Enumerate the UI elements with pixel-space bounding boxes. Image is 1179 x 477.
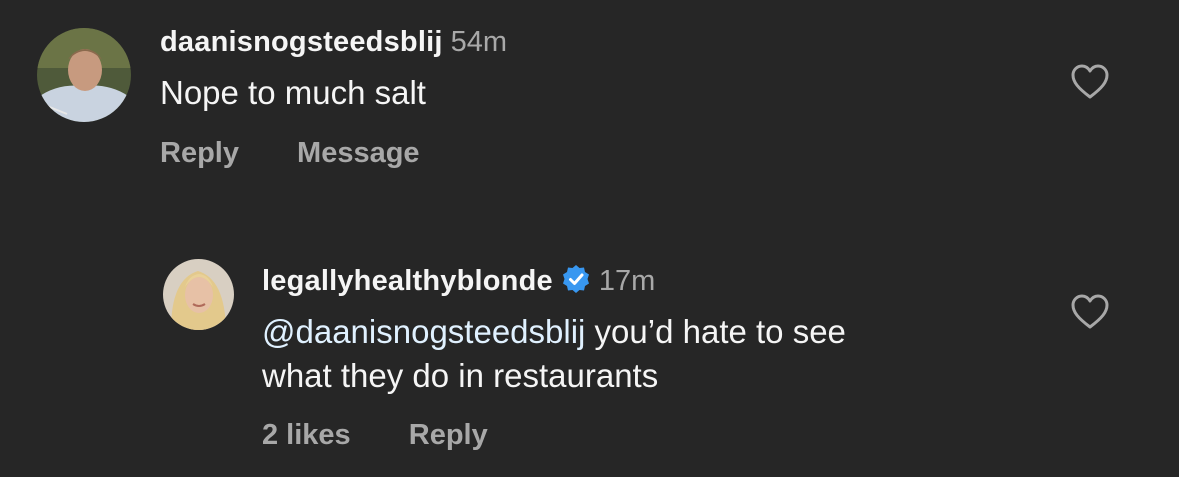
reply-button[interactable]: Reply <box>409 419 488 451</box>
comment-time: 54m <box>450 26 508 58</box>
avatar[interactable] <box>37 28 131 122</box>
heart-icon[interactable] <box>1070 293 1110 331</box>
avatar[interactable] <box>163 259 234 330</box>
verified-badge-icon <box>561 264 591 299</box>
reply-button[interactable]: Reply <box>160 137 239 169</box>
comment-item: daanisnogsteedsblij 54m Nope to much salt… <box>0 0 1179 200</box>
message-button[interactable]: Message <box>297 137 420 169</box>
mention-link[interactable]: @daanisnogsteedsblij <box>262 313 585 350</box>
comment-time: 17m <box>598 265 656 297</box>
heart-icon[interactable] <box>1070 63 1110 101</box>
comment-username[interactable]: legallyhealthyblonde <box>262 265 553 297</box>
likes-count-button[interactable]: 2 likes <box>262 419 351 451</box>
comment-text-line: you’d hate to see <box>585 313 846 350</box>
comment-text: @daanisnogsteedsblij you’d hate to see w… <box>262 310 846 398</box>
comment-text-line: what they do in restaurants <box>262 357 659 394</box>
reply-comment-item: legallyhealthyblonde 17m @daanisnogsteed… <box>0 250 1179 477</box>
comment-text: Nope to much salt <box>160 74 426 111</box>
comment-username[interactable]: daanisnogsteedsblij <box>160 26 443 58</box>
